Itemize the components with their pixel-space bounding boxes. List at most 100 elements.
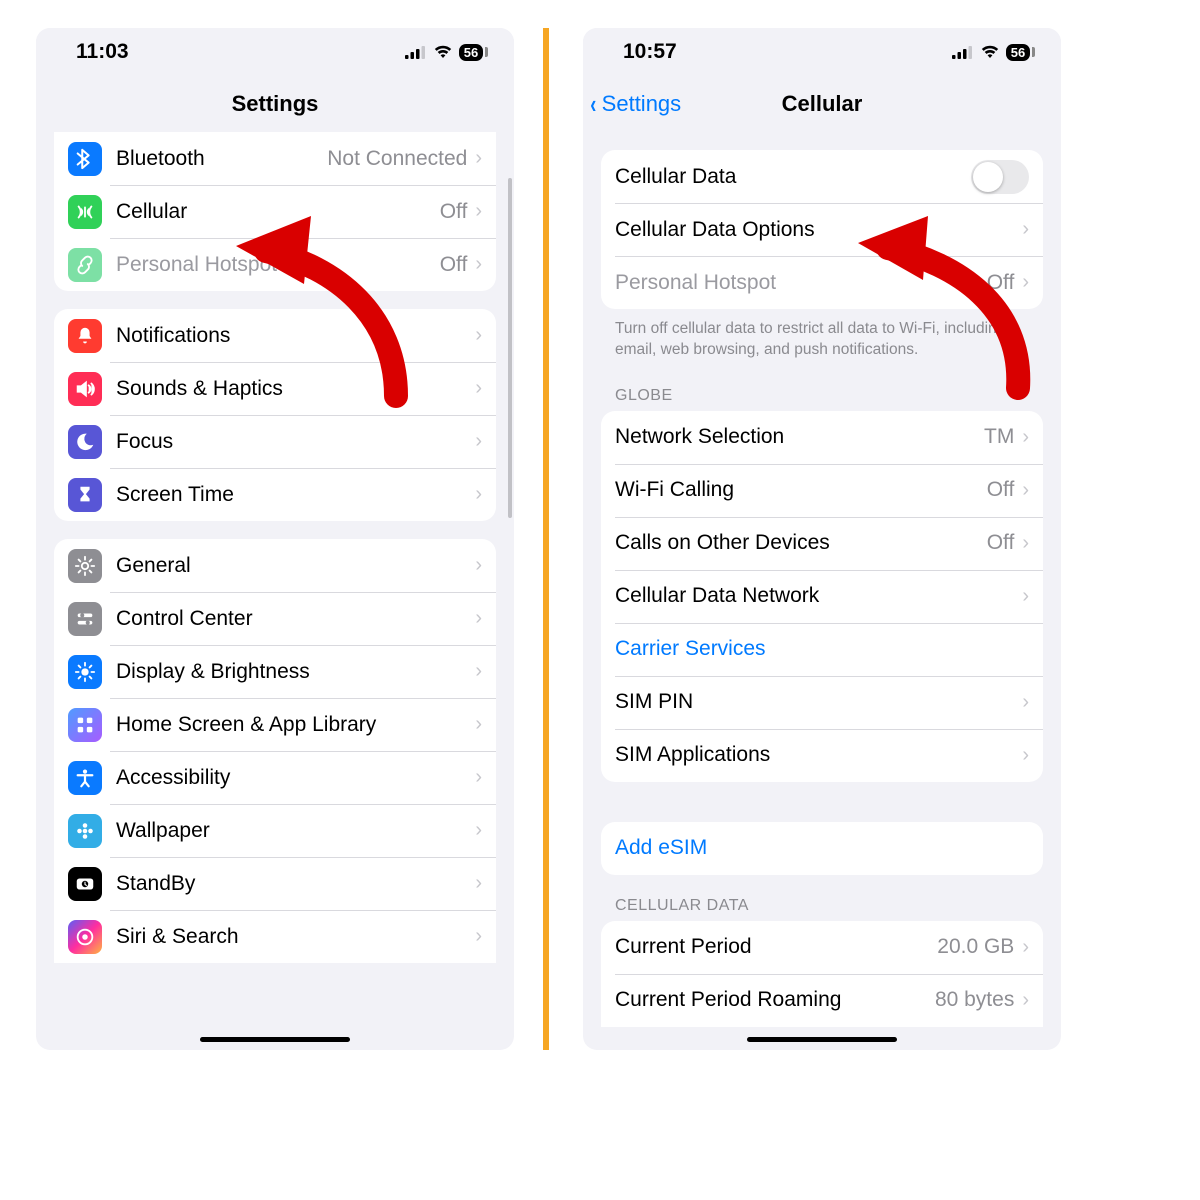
settings-row[interactable]: Personal HotspotOff›	[54, 238, 496, 291]
settings-group-general: General›Control Center›Display & Brightn…	[54, 539, 496, 963]
controlcenter-icon	[68, 602, 102, 636]
row-label: Siri & Search	[116, 925, 467, 949]
chevron-right-icon: ›	[475, 925, 482, 948]
cellular-data-toggle[interactable]	[971, 160, 1029, 194]
chevron-right-icon: ›	[475, 713, 482, 736]
row-label: Cellular Data Network	[615, 584, 1014, 608]
settings-group-connectivity: BluetoothNot Connected›CellularOff›Perso…	[54, 132, 496, 291]
battery-icon: 56	[1006, 44, 1035, 61]
row-value: Off	[987, 271, 1015, 295]
settings-row[interactable]: Control Center›	[54, 592, 496, 645]
row-label: Cellular Data Options	[615, 218, 1014, 242]
settings-row[interactable]: SIM Applications›	[601, 729, 1043, 782]
row-label: Accessibility	[116, 766, 467, 790]
homescreen-icon	[68, 708, 102, 742]
wallpaper-icon	[68, 814, 102, 848]
general-icon	[68, 549, 102, 583]
cellular-group-globe: Network SelectionTM›Wi-Fi CallingOff›Cal…	[601, 411, 1043, 782]
back-label: Settings	[602, 91, 682, 117]
chevron-right-icon: ›	[1022, 479, 1029, 502]
chevron-right-icon: ›	[1022, 744, 1029, 767]
wifi-icon	[980, 45, 1000, 59]
row-label: Personal Hotspot	[615, 271, 979, 295]
display-icon	[68, 655, 102, 689]
settings-row[interactable]: Wi-Fi CallingOff›	[601, 464, 1043, 517]
row-label: Network Selection	[615, 425, 976, 449]
row-label: Carrier Services	[615, 637, 1029, 661]
row-value: Off	[987, 478, 1015, 502]
chevron-right-icon: ›	[1022, 691, 1029, 714]
row-personal-hotspot[interactable]: Personal Hotspot Off ›	[601, 256, 1043, 309]
cellular-group-usage: Current Period20.0 GB›Current Period Roa…	[601, 921, 1043, 1027]
status-bar: 11:03 56	[36, 28, 514, 76]
accessibility-icon	[68, 761, 102, 795]
settings-row[interactable]: StandBy ›	[54, 857, 496, 910]
group-header-globe: GLOBE	[583, 365, 1061, 411]
row-label: Cellular	[116, 200, 432, 224]
home-indicator[interactable]	[200, 1037, 350, 1042]
row-label: Home Screen & App Library	[116, 713, 467, 737]
settings-row[interactable]: Carrier Services	[601, 623, 1043, 676]
back-button[interactable]: ‹ Settings	[583, 91, 681, 117]
chevron-right-icon: ›	[1022, 271, 1029, 294]
row-label: Cellular Data	[615, 165, 971, 189]
chevron-right-icon: ›	[475, 660, 482, 683]
row-label: Focus	[116, 430, 467, 454]
chevron-right-icon: ›	[475, 872, 482, 895]
row-label: Add eSIM	[615, 836, 1029, 860]
row-value: 20.0 GB	[937, 935, 1014, 959]
settings-row[interactable]: SIM PIN›	[601, 676, 1043, 729]
row-label: Sounds & Haptics	[116, 377, 467, 401]
settings-row[interactable]: Cellular Data Network›	[601, 570, 1043, 623]
row-label: Screen Time	[116, 483, 467, 507]
settings-row[interactable]: General›	[54, 539, 496, 592]
page-title: Settings	[36, 91, 514, 117]
nav-bar: Settings	[36, 76, 514, 132]
settings-row[interactable]: Focus ›	[54, 415, 496, 468]
status-time: 11:03	[76, 40, 129, 64]
scrollbar[interactable]	[508, 178, 512, 518]
settings-row[interactable]: Wallpaper›	[54, 804, 496, 857]
cellular-group-esim: Add eSIM	[601, 822, 1043, 875]
signal-icon	[952, 45, 974, 59]
chevron-right-icon: ›	[1022, 936, 1029, 959]
siri-icon	[68, 920, 102, 954]
nav-bar: ‹ Settings Cellular	[583, 76, 1061, 132]
row-label: Current Period	[615, 935, 929, 959]
row-cellular-data-options[interactable]: Cellular Data Options ›	[601, 203, 1043, 256]
settings-row[interactable]: BluetoothNot Connected›	[54, 132, 496, 185]
chevron-right-icon: ›	[1022, 989, 1029, 1012]
settings-row[interactable]: Screen Time›	[54, 468, 496, 521]
chevron-right-icon: ›	[475, 430, 482, 453]
row-value: Off	[440, 200, 468, 224]
row-label: Calls on Other Devices	[615, 531, 979, 555]
signal-icon	[405, 45, 427, 59]
sounds-icon	[68, 372, 102, 406]
row-cellular-data[interactable]: Cellular Data	[601, 150, 1043, 203]
settings-row[interactable]: Notifications›	[54, 309, 496, 362]
settings-row[interactable]: Accessibility›	[54, 751, 496, 804]
group-header-cellular-data: CELLULAR DATA	[583, 875, 1061, 921]
hotspot-icon	[68, 248, 102, 282]
settings-row[interactable]: Current Period 20.0 GB ›	[601, 921, 1043, 974]
settings-row[interactable]: Siri & Search ›	[54, 910, 496, 963]
focus-icon	[68, 425, 102, 459]
wifi-icon	[433, 45, 453, 59]
row-label: Personal Hotspot	[116, 253, 432, 277]
chevron-right-icon: ›	[1022, 532, 1029, 555]
settings-row[interactable]: Display & Brightness›	[54, 645, 496, 698]
settings-row[interactable]: CellularOff›	[54, 185, 496, 238]
row-label: StandBy	[116, 872, 467, 896]
settings-row[interactable]: Home Screen & App Library ›	[54, 698, 496, 751]
home-indicator[interactable]	[747, 1037, 897, 1042]
standby-icon	[68, 867, 102, 901]
settings-row[interactable]: Current Period Roaming80 bytes›	[601, 974, 1043, 1027]
chevron-right-icon: ›	[475, 554, 482, 577]
left-screenshot: 11:03 56 Settings BluetoothNot Connected…	[36, 28, 514, 1050]
settings-row[interactable]: Calls on Other DevicesOff›	[601, 517, 1043, 570]
chevron-right-icon: ›	[475, 377, 482, 400]
settings-row[interactable]: Sounds & Haptics ›	[54, 362, 496, 415]
cellular-group-main: Cellular Data Cellular Data Options › Pe…	[601, 150, 1043, 309]
settings-row[interactable]: Network SelectionTM›	[601, 411, 1043, 464]
row-add-esim[interactable]: Add eSIM	[601, 822, 1043, 875]
